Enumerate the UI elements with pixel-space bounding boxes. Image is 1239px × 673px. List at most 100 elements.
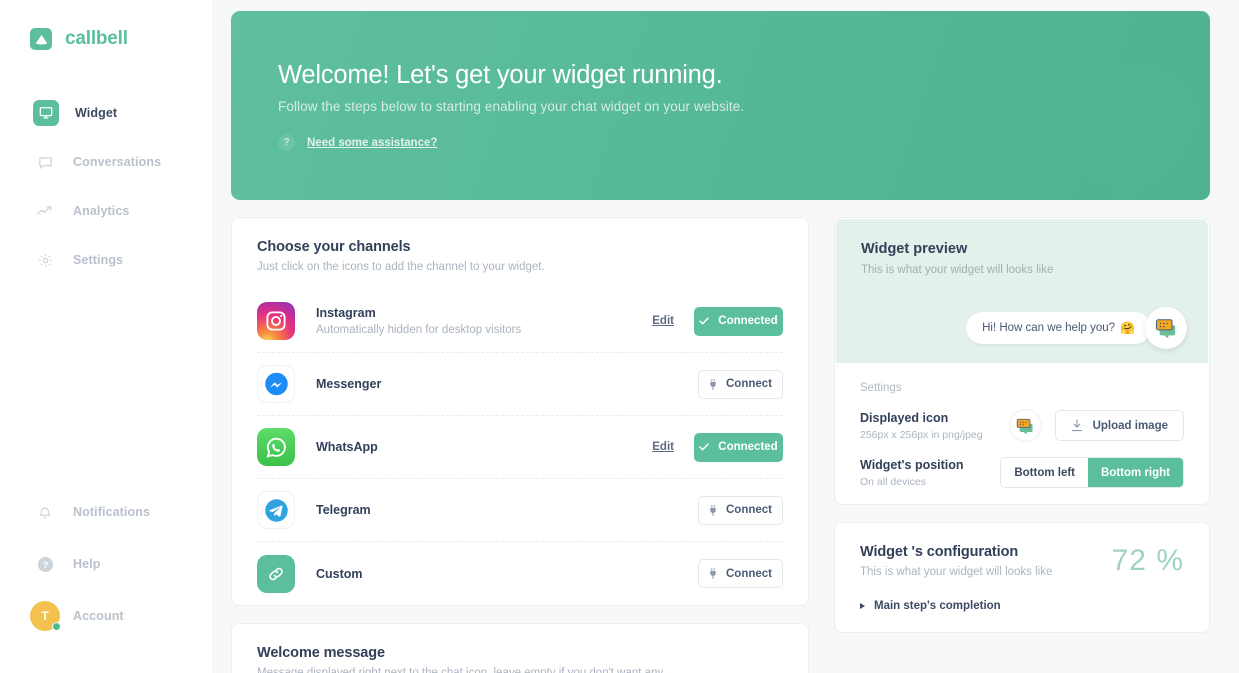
connected-button[interactable]: Connected [694, 307, 783, 336]
upload-image-button[interactable]: Upload image [1055, 410, 1184, 441]
callbell-logo-icon [30, 28, 52, 50]
sidebar-item-label: Notifications [73, 505, 150, 519]
chat-bubble-icon [33, 150, 57, 174]
widget-configuration-card: Widget 's configuration This is what you… [834, 522, 1210, 633]
position-option-bottom-left[interactable]: Bottom left [1001, 458, 1088, 487]
question-circle-icon: ? [33, 552, 57, 576]
sidebar-item-notifications[interactable]: Notifications [0, 493, 212, 531]
completion-percentage: 72 % [1112, 544, 1184, 578]
channel-row-custom[interactable]: Custom Connect [257, 542, 783, 605]
sidebar-item-label: Account [73, 609, 124, 623]
widget-preview-card: Widget preview This is what your widget … [834, 217, 1210, 505]
channel-description: Automatically hidden for desktop visitor… [316, 324, 652, 336]
choose-channels-card: Choose your channels Just click on the i… [231, 217, 809, 606]
channel-row-instagram[interactable]: Instagram Automatically hidden for deskt… [257, 290, 783, 353]
channel-name: Instagram [316, 306, 652, 320]
sidebar-item-settings[interactable]: Settings [0, 241, 212, 279]
widget-settings-section: Settings Displayed icon 256px x 256px in… [835, 364, 1209, 488]
question-mark-icon: ? [278, 134, 295, 151]
instagram-icon[interactable] [257, 302, 295, 340]
card-title: Welcome message [257, 645, 783, 661]
channel-row-telegram[interactable]: Telegram Connect [257, 479, 783, 542]
channel-name: Messenger [316, 377, 698, 391]
brand-logo[interactable]: callbell [0, 0, 212, 50]
setting-title: Displayed icon [860, 411, 1009, 425]
sidebar-item-label: Settings [73, 253, 123, 267]
telegram-icon[interactable] [257, 491, 295, 529]
card-title: Widget preview [861, 241, 1183, 257]
left-column: Choose your channels Just click on the i… [231, 217, 809, 673]
hero-banner: Welcome! Let's get your widget running. … [231, 11, 1210, 200]
connect-label: Connect [726, 504, 772, 516]
connected-button[interactable]: Connected [694, 433, 783, 462]
card-subtitle: This is what your widget will looks like [861, 264, 1183, 276]
setting-subtitle: On all devices [860, 476, 1000, 488]
need-assistance-link[interactable]: Need some assistance? [307, 137, 437, 149]
position-option-bottom-right[interactable]: Bottom right [1088, 458, 1183, 487]
channel-name: Telegram [316, 503, 698, 517]
main-content: Welcome! Let's get your widget running. … [212, 0, 1239, 673]
plug-icon [709, 379, 717, 390]
welcome-bubble: Hi! How can we help you? 🤗 [966, 312, 1151, 344]
widget-position-row: Widget's position On all devices Bottom … [860, 457, 1184, 488]
welcome-message-card: Welcome message Message displayed right … [231, 623, 809, 673]
messenger-icon[interactable] [257, 365, 295, 403]
bell-icon [33, 500, 57, 524]
right-column: Widget preview This is what your widget … [834, 217, 1210, 633]
connected-label: Connected [718, 315, 777, 327]
assistance-link-row[interactable]: ? Need some assistance? [278, 134, 1210, 151]
channel-name: Custom [316, 567, 698, 581]
page-title: Welcome! Let's get your widget running. [278, 61, 1210, 90]
trend-up-icon [33, 199, 57, 223]
edit-link[interactable]: Edit [652, 441, 674, 453]
upload-image-label: Upload image [1093, 420, 1168, 432]
online-status-dot [52, 622, 61, 631]
sidebar-nav-secondary: Notifications ? Help T Account [0, 493, 212, 673]
check-icon [699, 443, 709, 451]
chat-widget-icon[interactable] [1145, 307, 1187, 349]
welcome-bubble-text: Hi! How can we help you? [982, 322, 1115, 334]
channel-row-whatsapp[interactable]: WhatsApp Edit Connected [257, 416, 783, 479]
connect-label: Connect [726, 568, 772, 580]
svg-text:?: ? [42, 559, 48, 570]
link-icon[interactable] [257, 555, 295, 593]
gear-icon [33, 248, 57, 272]
hero-subtitle: Follow the steps below to starting enabl… [278, 99, 1210, 114]
connected-label: Connected [718, 441, 777, 453]
main-step-completion-toggle[interactable]: Main step's completion [860, 600, 1184, 612]
sidebar-item-label: Help [73, 557, 101, 571]
channel-name: WhatsApp [316, 440, 652, 454]
monitor-icon [33, 100, 59, 126]
sidebar-item-help[interactable]: ? Help [0, 545, 212, 583]
sidebar-item-analytics[interactable]: Analytics [0, 192, 212, 230]
card-title: Widget 's configuration [860, 544, 1052, 560]
download-icon [1071, 419, 1083, 432]
widget-preview-stage: Widget preview This is what your widget … [836, 219, 1208, 363]
sidebar-item-label: Conversations [73, 155, 161, 169]
connect-label: Connect [726, 378, 772, 390]
chat-widget-glyph-icon [1154, 317, 1178, 339]
connect-button[interactable]: Connect [698, 496, 783, 525]
channel-row-messenger[interactable]: Messenger Connect [257, 353, 783, 416]
plug-icon [709, 568, 717, 579]
sidebar-item-label: Widget [75, 106, 117, 120]
main-step-completion-label: Main step's completion [874, 600, 1001, 612]
edit-link[interactable]: Edit [652, 315, 674, 327]
sidebar-item-conversations[interactable]: Conversations [0, 143, 212, 181]
sidebar-item-account[interactable]: T Account [0, 597, 212, 635]
content-columns: Choose your channels Just click on the i… [231, 217, 1210, 673]
plug-icon [709, 505, 717, 516]
whatsapp-icon[interactable] [257, 428, 295, 466]
displayed-icon-preview [1009, 409, 1042, 442]
sidebar-item-label: Analytics [73, 204, 129, 218]
app-root: callbell Widget Conversations Analytics [0, 0, 1239, 673]
widget-launcher-preview: Hi! How can we help you? 🤗 [966, 307, 1187, 349]
check-icon [699, 317, 709, 325]
card-subtitle: Message displayed right next to the chat… [257, 667, 783, 673]
triangle-right-icon [860, 603, 865, 609]
connect-button[interactable]: Connect [698, 559, 783, 588]
card-title: Choose your channels [257, 239, 783, 255]
connect-button[interactable]: Connect [698, 370, 783, 399]
sidebar-item-widget[interactable]: Widget [0, 94, 212, 132]
brand-name: callbell [65, 28, 128, 50]
